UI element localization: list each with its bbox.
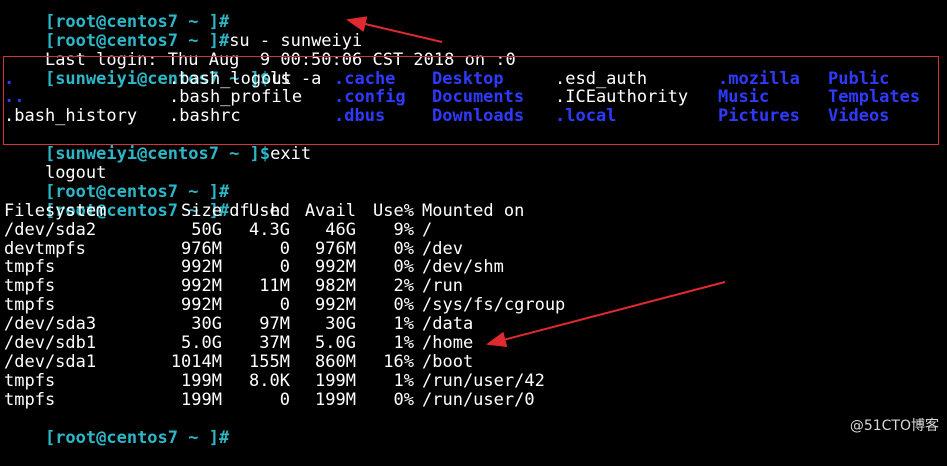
annotation-arrows	[346, 16, 726, 348]
arrow-to-su-command	[346, 16, 443, 43]
watermark-text: @51CTO博客	[849, 418, 939, 434]
arrow-to-home-mount	[486, 281, 726, 348]
